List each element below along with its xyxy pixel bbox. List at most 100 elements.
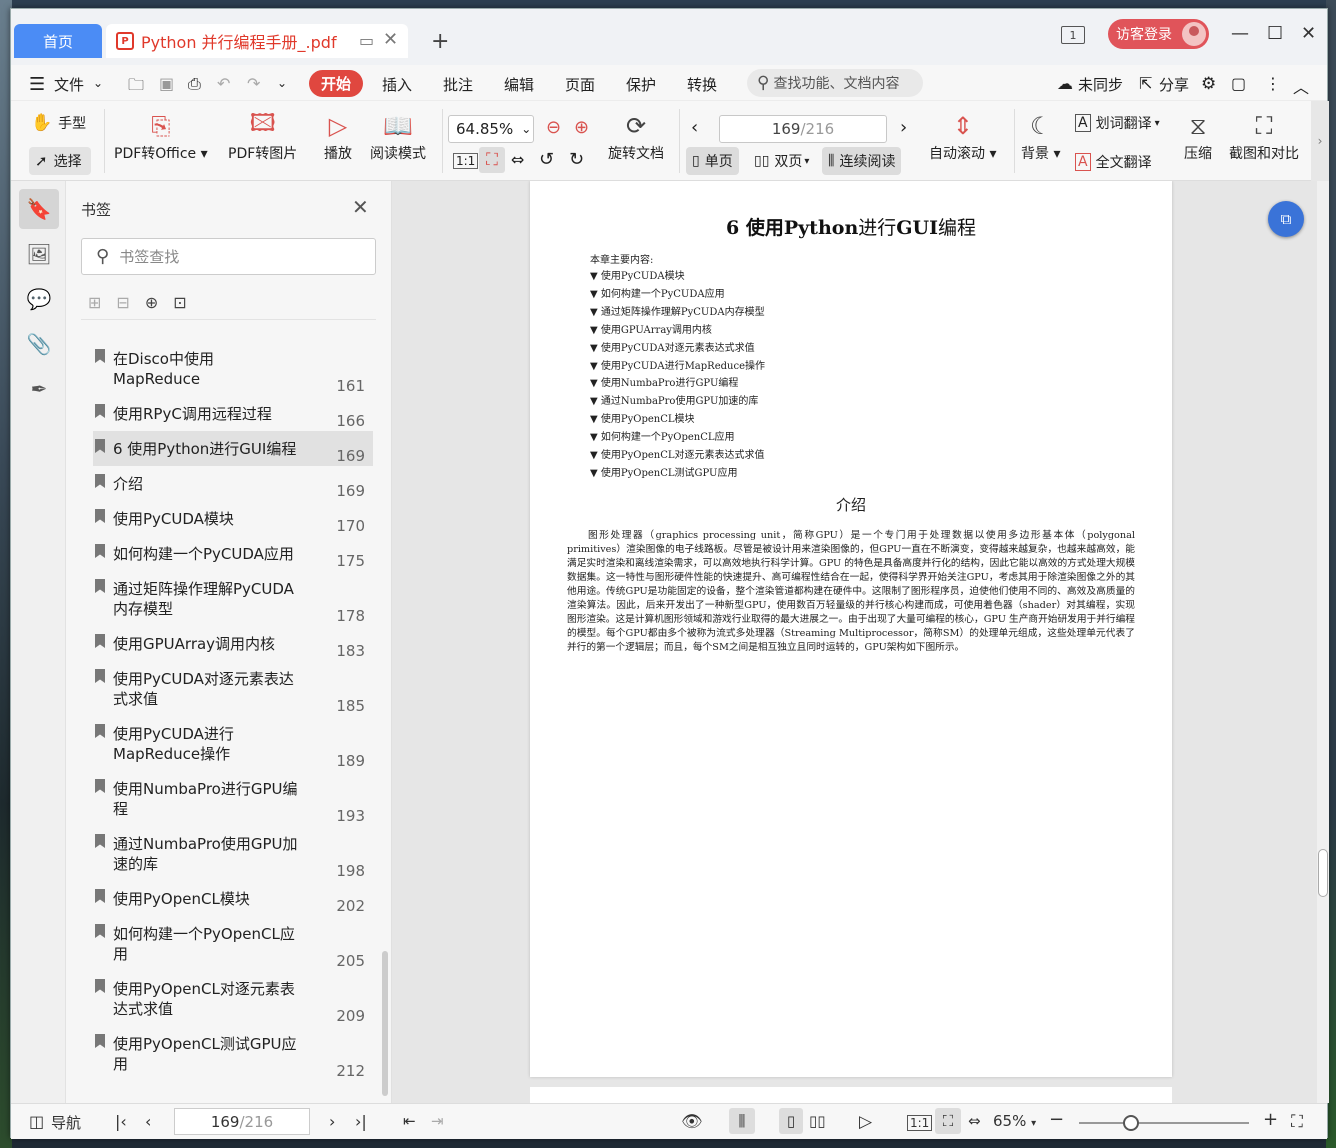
pdf-to-image-button[interactable]: 🖾 PDF转图片: [228, 109, 297, 163]
bookmark-item[interactable]: 在Disco中使用MapReduce 161: [93, 341, 373, 396]
menu-insert[interactable]: 插入: [382, 74, 412, 95]
zoom-out-icon[interactable]: ⊖: [546, 117, 561, 138]
last-page-icon[interactable]: ›|: [355, 1112, 367, 1131]
actual-size-icon[interactable]: 1:1: [453, 153, 479, 169]
first-page-icon[interactable]: |‹: [115, 1112, 127, 1131]
tab-document[interactable]: P Python 并行编程手册_.pdf ▭ ✕: [106, 24, 408, 58]
cloud-sync-icon[interactable]: ☁: [1057, 74, 1073, 93]
scrollbar-thumb[interactable]: [1318, 849, 1328, 897]
share-button[interactable]: 分享: [1159, 74, 1189, 95]
fit-width-icon[interactable]: ⇔: [511, 150, 524, 169]
bookmark-item[interactable]: 通过矩阵操作理解PyCUDA内存模型 178: [93, 571, 373, 626]
close-window-icon[interactable]: ✕: [1301, 23, 1316, 44]
close-icon[interactable]: ✕: [352, 195, 369, 219]
tab-home[interactable]: 首页: [14, 24, 102, 58]
rotate-left-icon[interactable]: ↺: [539, 149, 554, 170]
pdf-to-office-button[interactable]: ⎘ PDF转Office ▾: [114, 109, 208, 163]
screenshot-compare-button[interactable]: ⛶ 截图和对比: [1229, 109, 1299, 163]
page-number-input[interactable]: 169/216: [719, 115, 887, 143]
menu-page[interactable]: 页面: [565, 74, 595, 95]
read-mode-button[interactable]: 📖 阅读模式: [370, 109, 426, 163]
expand-bookmark-icon[interactable]: ⊞: [88, 293, 101, 312]
back-view-icon[interactable]: ⇤: [403, 1112, 416, 1130]
word-translate-button[interactable]: A 划词翻译 ▾: [1075, 113, 1160, 133]
bookmark-item[interactable]: 通过NumbaPro使用GPU加速的库 198: [93, 826, 373, 881]
maximize-icon[interactable]: ☐: [1267, 23, 1283, 44]
attachment-panel-icon[interactable]: 📎: [19, 324, 59, 364]
single-page-button[interactable]: ▯ 单页: [686, 147, 739, 175]
thumbnail-panel-icon[interactable]: 🖼: [19, 234, 59, 274]
document-view[interactable]: 6 使用Python进行GUI编程 本章主要内容: ▼ 使用PyCUDA模块 ▼ …: [392, 181, 1317, 1103]
status-page-input[interactable]: 169/216: [174, 1108, 310, 1135]
feature-search-input[interactable]: ⚲ 查找功能、文档内容: [747, 69, 923, 97]
zoom-in-icon[interactable]: ⊕: [574, 117, 589, 138]
window-float-icon[interactable]: ▭: [359, 31, 374, 50]
bookmark-item[interactable]: 6 使用Python进行GUI编程 169: [93, 431, 373, 466]
fit-page-icon[interactable]: ⛶: [479, 147, 505, 173]
zoom-slider-handle[interactable]: [1123, 1115, 1139, 1131]
menu-annotate[interactable]: 批注: [443, 74, 473, 95]
guest-login-button[interactable]: 访客登录: [1108, 19, 1209, 49]
actual-size-icon[interactable]: 1:1: [907, 1115, 933, 1131]
forward-view-icon[interactable]: ⇥: [431, 1112, 444, 1130]
undo-icon[interactable]: ↶: [217, 74, 230, 93]
comment-panel-icon[interactable]: 💬: [19, 279, 59, 319]
bookmark-panel-icon[interactable]: 🔖: [19, 189, 59, 229]
menu-edit[interactable]: 编辑: [504, 74, 534, 95]
fullscreen-icon[interactable]: ⛶: [1291, 1112, 1303, 1132]
bookmark-scrollbar[interactable]: [382, 951, 388, 1096]
next-page-icon[interactable]: ›: [329, 1112, 335, 1131]
status-zoom-select[interactable]: 65% ▾: [993, 1112, 1036, 1130]
zoom-out-icon[interactable]: −: [1049, 1109, 1064, 1130]
menu-file[interactable]: 文件: [54, 74, 84, 95]
comment-icon[interactable]: ▢: [1231, 74, 1246, 93]
chevron-down-icon[interactable]: ⌄: [93, 76, 103, 90]
bookmark-item[interactable]: 使用PyCUDA模块 170: [93, 501, 373, 536]
bookmark-search-input[interactable]: ⚲ 书签查找: [81, 238, 376, 275]
zoom-select[interactable]: 64.85% ⌄: [448, 115, 534, 143]
rotate-document-button[interactable]: ⟳ 旋转文档: [608, 109, 664, 163]
bookmark-item[interactable]: 使用PyCUDA进行MapReduce操作 189: [93, 716, 373, 771]
hamburger-icon[interactable]: ☰: [29, 74, 45, 95]
continuous-view-icon[interactable]: ⫼: [729, 1108, 755, 1134]
bookmark-edit-icon[interactable]: ⊡: [173, 293, 186, 312]
bookmark-item[interactable]: 使用PyOpenCL模块 202: [93, 881, 373, 916]
compress-button[interactable]: ⧖ 压缩: [1184, 109, 1212, 163]
bookmark-item[interactable]: 如何构建一个PyOpenCL应用 205: [93, 916, 373, 971]
hand-tool-button[interactable]: ✋ 手型: [31, 113, 86, 133]
floating-tool-icon[interactable]: ⧉: [1268, 201, 1304, 237]
fit-width-icon[interactable]: ⇔: [968, 1112, 981, 1130]
zoom-slider[interactable]: [1079, 1115, 1249, 1131]
background-button[interactable]: ☾ 背景 ▾: [1021, 109, 1060, 163]
bookmark-item[interactable]: 使用PyOpenCL对逐元素表达式求值 209: [93, 971, 373, 1026]
bookmark-item[interactable]: 使用PyOpenCL测试GPU应用 212: [93, 1026, 373, 1081]
close-tab-icon[interactable]: ✕: [383, 29, 398, 50]
navigation-button[interactable]: 导航: [51, 1112, 81, 1133]
single-view-icon[interactable]: ▯: [779, 1108, 803, 1134]
quick-access-more-icon[interactable]: ⌄: [277, 76, 287, 90]
menu-start[interactable]: 开始: [309, 70, 363, 97]
rotate-right-icon[interactable]: ↻: [569, 149, 584, 170]
print-icon[interactable]: ⎙: [188, 74, 201, 94]
navigation-icon[interactable]: ◫: [29, 1112, 44, 1131]
menu-convert[interactable]: 转换: [687, 74, 717, 95]
open-folder-icon[interactable]: 🗀: [128, 74, 144, 101]
page-layout-icon[interactable]: 1: [1061, 26, 1085, 44]
sync-status[interactable]: 未同步: [1078, 74, 1123, 95]
play-icon[interactable]: ▷: [859, 1112, 872, 1132]
continuous-read-button[interactable]: ⫼ 连续阅读: [822, 147, 902, 175]
more-options-icon[interactable]: ⋮: [1265, 74, 1281, 93]
menu-protect[interactable]: 保护: [626, 74, 656, 95]
bookmark-item[interactable]: 使用RPyC调用远程过程 166: [93, 396, 373, 431]
minimize-icon[interactable]: —: [1231, 23, 1249, 44]
add-bookmark-icon[interactable]: ⊕: [145, 293, 158, 312]
collapse-ribbon-icon[interactable]: ︿: [1293, 74, 1309, 98]
fit-page-icon[interactable]: ⛶: [935, 1108, 961, 1134]
collapse-bookmark-icon[interactable]: ⊟: [116, 293, 129, 312]
next-page-icon[interactable]: ›: [900, 117, 907, 138]
bookmark-item[interactable]: 介绍 169: [93, 466, 373, 501]
double-page-button[interactable]: ▯▯ 双页 ▾: [748, 147, 815, 175]
document-scrollbar[interactable]: [1317, 181, 1329, 1103]
signature-panel-icon[interactable]: ✒: [19, 369, 59, 409]
bookmark-item[interactable]: 使用GPUArray调用内核 183: [93, 626, 373, 661]
